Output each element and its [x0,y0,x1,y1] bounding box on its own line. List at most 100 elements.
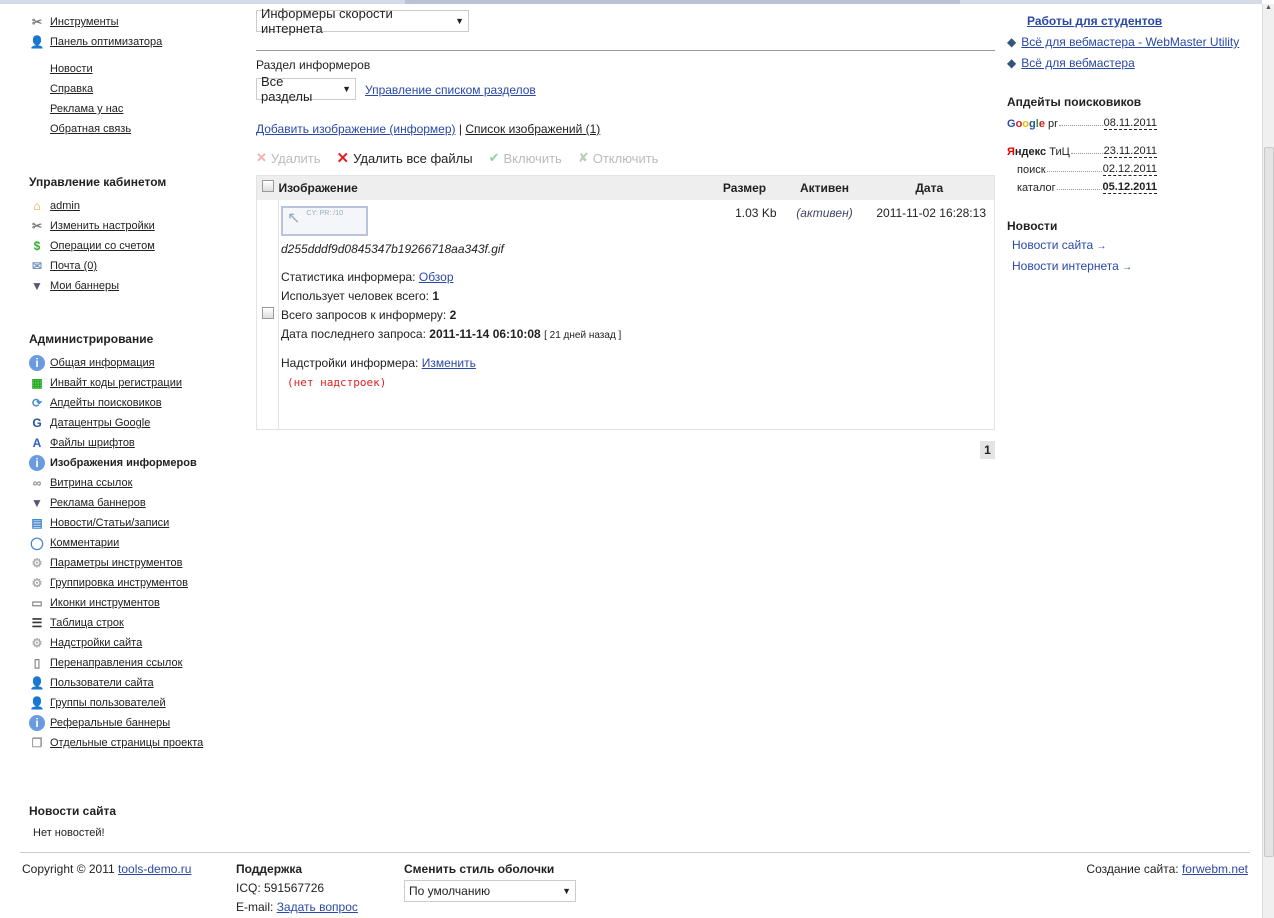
nav-label[interactable]: Почта (0) [50,260,97,272]
nav-item[interactable]: 👤 Группы пользователей [29,693,166,713]
news-internet-item[interactable]: Новости интернета → [1012,259,1132,273]
nav-label[interactable]: Новости [50,63,93,75]
nav-item[interactable]: ⚙ Группировка инструментов [29,573,188,593]
x-icon: ✕ [256,150,267,165]
nav-label[interactable]: Изображения информеров [50,457,197,469]
delete-all-button[interactable]: ✕ Удалить все файлы [337,149,473,167]
tools-icon: ✂ [31,219,43,233]
nav-label[interactable]: Панель оптимизатора [50,36,162,48]
nav-item[interactable]: ⌂ admin [29,196,80,216]
arrow-right-icon: → [1122,262,1133,273]
webmaster-utility-item[interactable]: ◆ Всё для вебмастера - WebMaster Utility [1007,35,1239,49]
nav-label[interactable]: Параметры инструментов [50,557,182,569]
nav-label[interactable]: Датацентры Google [50,417,150,429]
nav-label[interactable]: Группировка инструментов [50,577,188,589]
nav-item[interactable]: ▼ Реклама баннеров [29,493,146,513]
nav-item[interactable]: i Реферальные баннеры [29,713,170,733]
link-help[interactable]: Справка [50,79,93,99]
page-icon: ▯ [33,656,41,670]
add-image-link[interactable]: Добавить изображение (информер) [256,122,456,136]
nav-item[interactable]: ▤ Новости/Статьи/записи [29,513,169,533]
ask-question-link[interactable]: Задать вопрос [277,900,358,914]
nav-item[interactable]: ❐ Отдельные страницы проекта [29,733,204,753]
nav-label[interactable]: Общая информация [50,357,155,369]
nav-item[interactable]: ▼ Мои баннеры [29,276,119,296]
manage-sections-link[interactable]: Управление списком разделов [365,83,536,97]
link-news[interactable]: Новости [50,59,93,79]
news-site-link[interactable]: Новости сайта [1012,238,1093,252]
webmaster-utility-link[interactable]: Всё для вебмастера - WebMaster Utility [1021,35,1239,49]
nav-label[interactable]: Обратная связь [50,123,131,135]
nav-item[interactable]: ▯ Перенаправления ссылок [29,653,183,673]
news-internet-link[interactable]: Новости интернета [1012,259,1119,273]
nav-label[interactable]: Группы пользователей [50,697,166,709]
nav-item[interactable]: $ Операции со счетом [29,236,155,256]
nav-item[interactable]: G Датацентры Google [29,413,150,433]
informer-type-select[interactable]: Информеры скорости интернета ▼ [256,6,469,36]
site-link[interactable]: tools-demo.ru [118,862,191,876]
nav-item[interactable]: ⟳ Апдейты поисковиков [29,393,162,413]
nav-label[interactable]: Файлы шрифтов [50,437,135,449]
nav-label[interactable]: Операции со счетом [50,240,155,252]
nav-label[interactable]: Отдельные страницы проекта [50,737,203,749]
nav-label[interactable]: Инструменты [50,16,119,28]
nav-tools[interactable]: ✂ Инструменты [29,12,119,32]
scrollbar-thumb[interactable] [1264,147,1274,857]
nav-item[interactable]: i Изображения информеров [29,453,197,473]
enable-button[interactable]: ✔ Включить [489,149,562,167]
nav-label[interactable]: Иконки инструментов [50,597,160,609]
nav-item[interactable]: ⚙ Параметры инструментов [29,553,183,573]
informer-thumbnail[interactable]: ↖ CY: PR: /10 [281,205,368,236]
nav-optimizer[interactable]: 👤 Панель оптимизатора [29,32,163,52]
disable-button[interactable]: ✘ Отключить [578,149,659,167]
nav-label[interactable]: admin [50,200,80,212]
nav-item[interactable]: ✂ Изменить настройки [29,216,155,236]
active-status[interactable]: (активен) [785,200,865,430]
nav-item[interactable]: i Общая информация [29,353,155,373]
webmaster-item[interactable]: ◆ Всё для вебмастера [1007,56,1135,70]
nav-label[interactable]: Инвайт коды регистрации [50,377,182,389]
row-checkbox[interactable] [261,306,274,319]
nav-label[interactable]: Перенаправления ссылок [50,657,182,669]
nav-label[interactable]: Реклама баннеров [50,497,146,509]
nav-item[interactable]: ◯ Комментарии [29,533,119,553]
students-link[interactable]: Работы для студентов [1027,14,1162,28]
scrollbar[interactable]: ▲ [1262,4,1274,918]
nav-item[interactable]: ☰ Таблица строк [29,613,124,633]
nav-item[interactable]: ✉ Почта (0) [29,256,97,276]
delete-button[interactable]: ✕ Удалить [256,149,321,167]
nav-label[interactable]: Реклама у нас [50,103,123,115]
nav-label[interactable]: Надстройки сайта [50,637,142,649]
nav-label[interactable]: Витрина ссылок [50,477,132,489]
pagination-page-1[interactable]: 1 [980,441,995,459]
nav-label[interactable]: Новости/Статьи/записи [50,517,169,529]
scroll-up-icon[interactable]: ▲ [1263,4,1274,11]
settings-link[interactable]: Изменить [422,356,476,370]
nav-label[interactable]: Мои баннеры [50,280,119,292]
nav-item[interactable]: A Файлы шрифтов [29,433,135,453]
section-select[interactable]: Все разделы ▼ [256,74,356,104]
skin-select[interactable]: По умолчанию ▼ [404,880,576,902]
nav-item[interactable]: ▦ Инвайт коды регистрации [29,373,182,393]
nav-label[interactable]: Справка [50,83,93,95]
nav-item[interactable]: ∞ Витрина ссылок [29,473,133,493]
link-ads[interactable]: Реклама у нас [50,99,123,119]
nav-item[interactable]: ▭ Иконки инструментов [29,593,160,613]
nav-label[interactable]: Изменить настройки [50,220,155,232]
link-feedback[interactable]: Обратная связь [50,119,131,139]
news-site-item[interactable]: Новости сайта → [1012,238,1107,252]
nav-label[interactable]: Апдейты поисковиков [50,397,162,409]
nav-label[interactable]: Пользователи сайта [50,677,154,689]
created-link[interactable]: forwebm.net [1182,862,1248,876]
nav-label[interactable]: Реферальные баннеры [50,717,170,729]
nav-label[interactable]: Таблица строк [50,617,124,629]
nav-label[interactable]: Комментарии [50,537,119,549]
news-icon: ▤ [31,516,43,530]
image-list-link[interactable]: Список изображений (1) [465,122,600,136]
stats-link[interactable]: Обзор [419,270,454,284]
webmaster-link[interactable]: Всё для вебмастера [1021,56,1135,70]
nav-item[interactable]: ⚙ Надстройки сайта [29,633,143,653]
select-all-checkbox[interactable] [261,180,274,193]
nav-item[interactable]: 👤 Пользователи сайта [29,673,154,693]
last-ago: [ 21 дней назад ] [544,329,622,341]
